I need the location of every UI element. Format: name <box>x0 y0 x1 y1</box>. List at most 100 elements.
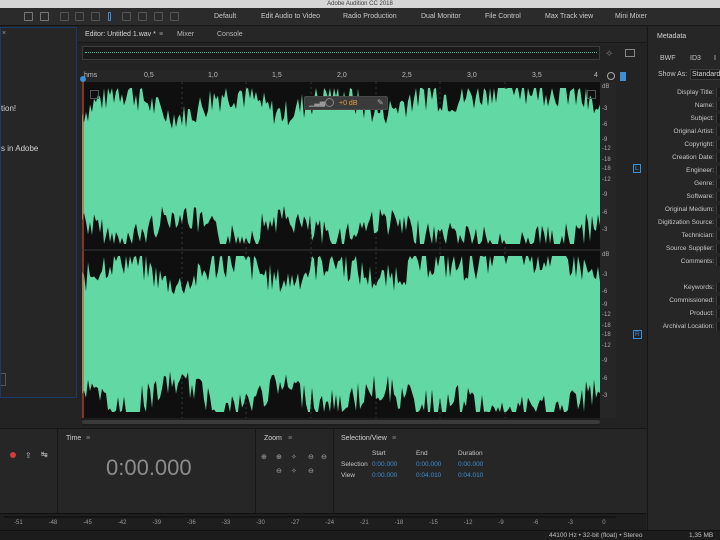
move-tool-icon[interactable] <box>60 12 69 21</box>
metadata-field-input[interactable] <box>716 127 720 136</box>
selection-end[interactable]: 0:00.000 <box>416 461 441 468</box>
waveform-right-channel <box>82 256 600 412</box>
healing-tool-icon[interactable] <box>170 12 179 21</box>
zoom-out-amplitude-icon[interactable]: ⊖ <box>276 467 282 475</box>
meter-scale-label: -9 <box>498 520 504 526</box>
skip-icon[interactable]: ↹ <box>41 450 48 459</box>
volume-knob-icon[interactable] <box>325 98 334 107</box>
scroll-thumb[interactable] <box>82 420 600 424</box>
metadata-field-label: Source Supplier: <box>665 245 714 252</box>
multitrack-view-icon[interactable] <box>40 12 49 21</box>
db-label: dB <box>602 252 610 258</box>
overview-waveform <box>85 52 597 54</box>
workspace-file-control[interactable]: File Control <box>485 13 521 20</box>
header-end: End <box>416 450 428 457</box>
overview-navigator[interactable] <box>82 46 600 60</box>
channel-left-badge[interactable]: L <box>633 164 641 173</box>
tab-bwf[interactable]: BWF <box>660 55 676 62</box>
metadata-field-input[interactable] <box>716 114 720 123</box>
ruler-label: 1,0 <box>208 72 218 79</box>
workspace-dual-monitor[interactable]: Dual Monitor <box>421 13 461 20</box>
metadata-field-label: Copyright: <box>684 141 714 148</box>
razor-tool-icon[interactable] <box>75 12 84 21</box>
metadata-field-input[interactable] <box>716 101 720 110</box>
metadata-field-input[interactable] <box>716 244 720 253</box>
db-label: -18 <box>602 166 611 172</box>
ruler-label: 3,0 <box>467 72 477 79</box>
bottom-panels: ⇪ ↹ Time ≡ 0:00.000 Zoom ≡ ⊕ ⊕ ✧ ⊖ ⊖ ⊖ ✧… <box>0 428 646 514</box>
zoom-in-time-icon[interactable]: ⊕ <box>276 453 282 461</box>
hud-gain-value: +0 dB <box>339 100 358 107</box>
metadata-field-label: Commissioned: <box>669 297 714 304</box>
pin-icon[interactable] <box>620 72 626 81</box>
panel-close-icon[interactable]: × <box>2 30 6 37</box>
tab-id3[interactable]: ID3 <box>690 55 701 62</box>
db-label: -3 <box>602 227 608 233</box>
lasso-tool-icon[interactable] <box>138 12 147 21</box>
marquee-tool-icon[interactable] <box>122 12 131 21</box>
tab-mixer[interactable]: Mixer <box>177 31 194 38</box>
metadata-field-input[interactable] <box>716 140 720 149</box>
ruler-label: 4 <box>594 72 598 79</box>
zoom-to-fit-icon[interactable]: ⟡ <box>606 48 613 59</box>
loop-icon[interactable]: ⇪ <box>25 451 32 460</box>
learn-button-edge[interactable] <box>1 373 6 386</box>
tab-console[interactable]: Console <box>217 31 243 38</box>
metadata-field-input[interactable] <box>716 257 720 266</box>
metadata-field-input[interactable] <box>716 322 720 331</box>
time-selection-tool-icon[interactable] <box>108 12 111 21</box>
metadata-field-input[interactable] <box>716 192 720 201</box>
metadata-field-input[interactable] <box>716 296 720 305</box>
metadata-field-input[interactable] <box>716 218 720 227</box>
view-start[interactable]: 0:00.000 <box>372 472 397 479</box>
selection-duration[interactable]: 0:00.000 <box>458 461 483 468</box>
meter-bar <box>4 516 616 518</box>
zoom-out-full-icon[interactable]: ✧ <box>291 453 297 461</box>
horizontal-scrollbar[interactable] <box>82 418 600 426</box>
workspace-mini-mixer[interactable]: Mini Mixer <box>615 13 647 20</box>
zoom-in-right-icon[interactable]: ⊖ <box>321 453 327 461</box>
time-ruler[interactable]: hms 0,5 1,0 1,5 2,0 2,5 3,0 3,5 4 <box>82 70 600 82</box>
db-label: -3 <box>602 106 608 112</box>
record-button[interactable] <box>10 452 16 458</box>
waveform-display[interactable]: ▁▃▅ +0 dB ✎ <box>82 82 600 418</box>
zoom-panel-menu-icon[interactable]: ≡ <box>288 435 292 442</box>
workspace-default[interactable]: Default <box>214 13 236 20</box>
meter-scale-label: -3 <box>567 520 573 526</box>
metadata-field-input[interactable] <box>716 179 720 188</box>
snap-icon[interactable] <box>607 72 615 80</box>
metadata-field-input[interactable] <box>716 166 720 175</box>
slip-tool-icon[interactable] <box>91 12 100 21</box>
workspace-max-track-view[interactable]: Max Track view <box>545 13 593 20</box>
zoom-in-amplitude-icon[interactable]: ⊕ <box>261 453 267 461</box>
tab-menu-icon[interactable]: ≡ <box>159 31 163 38</box>
spectral-toggle-icon[interactable] <box>587 90 596 99</box>
db-label: -12 <box>602 343 611 349</box>
panel-layout-icon[interactable] <box>625 49 635 57</box>
channel-toggle-icon[interactable] <box>90 90 99 99</box>
tab-editor[interactable]: Editor: Untitled 1.wav * <box>85 31 156 38</box>
view-end[interactable]: 0:04.010 <box>416 472 441 479</box>
metadata-field-input[interactable] <box>716 309 720 318</box>
metadata-field-input[interactable] <box>716 205 720 214</box>
metadata-field-input[interactable] <box>716 231 720 240</box>
zoom-in-left-icon[interactable]: ⊖ <box>308 453 314 461</box>
brush-tool-icon[interactable] <box>154 12 163 21</box>
zoom-out-time-icon[interactable]: ⊖ <box>308 467 314 475</box>
time-panel-menu-icon[interactable]: ≡ <box>86 435 90 442</box>
selection-panel-menu-icon[interactable]: ≡ <box>392 435 396 442</box>
metadata-field-input[interactable] <box>716 153 720 162</box>
waveform-view-icon[interactable] <box>24 12 33 21</box>
metadata-field-input[interactable] <box>716 88 720 97</box>
workspace-edit-audio-to-video[interactable]: Edit Audio to Video <box>261 13 320 20</box>
hud-volume[interactable]: ▁▃▅ +0 dB ✎ <box>304 96 388 110</box>
tab-more[interactable]: I <box>714 55 716 62</box>
zoom-selection-icon[interactable]: ✧ <box>291 467 297 475</box>
view-duration[interactable]: 0:04.010 <box>458 472 483 479</box>
metadata-field-input[interactable] <box>716 283 720 292</box>
show-as-select[interactable]: Standard <box>690 69 720 80</box>
hud-pin-icon[interactable]: ✎ <box>377 98 384 107</box>
channel-right-badge[interactable]: R <box>633 330 642 339</box>
selection-start[interactable]: 0:00.000 <box>372 461 397 468</box>
workspace-radio-production[interactable]: Radio Production <box>343 13 397 20</box>
